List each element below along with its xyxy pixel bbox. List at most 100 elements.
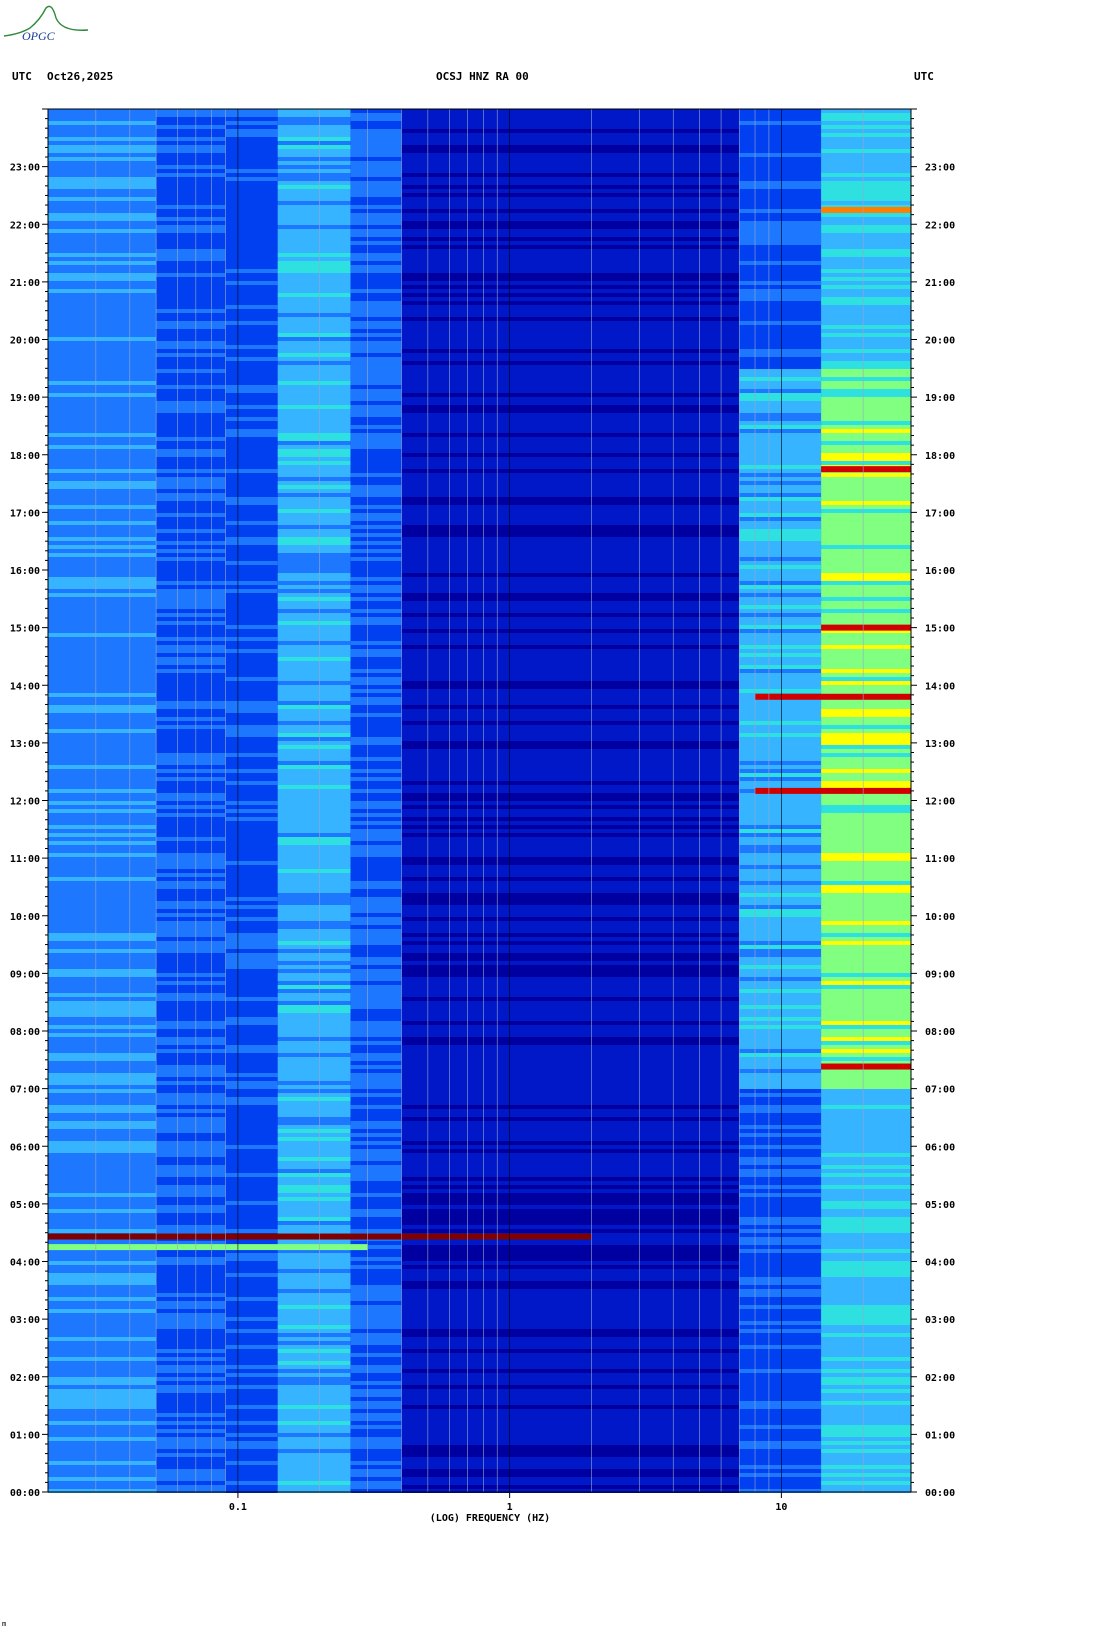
heatmap-cell <box>277 337 351 341</box>
heatmap-cell <box>156 1141 226 1145</box>
heatmap-cell <box>277 437 351 441</box>
heatmap-cell <box>739 997 822 1001</box>
heatmap-cell <box>48 629 157 633</box>
heatmap-cell <box>277 1153 351 1157</box>
heatmap-cell <box>821 829 911 833</box>
heatmap-cell <box>350 221 402 225</box>
heatmap-cell <box>156 1425 226 1429</box>
heatmap-cell <box>739 313 822 317</box>
heatmap-cell <box>156 1397 226 1401</box>
heatmap-cell <box>350 1153 402 1157</box>
heatmap-cell <box>225 1181 278 1185</box>
heatmap-cell <box>821 641 911 645</box>
heatmap-cell <box>350 305 402 309</box>
heatmap-cell <box>739 285 822 289</box>
heatmap-cell <box>350 225 402 229</box>
heatmap-cell <box>739 341 822 345</box>
heatmap-cell <box>350 1057 402 1061</box>
y-tick-label-right: 20:00 <box>925 336 955 347</box>
heatmap-cell <box>401 761 740 765</box>
heatmap-cell <box>156 817 226 821</box>
heatmap-cell <box>739 1153 822 1157</box>
heatmap-cell <box>401 777 740 781</box>
heatmap-cell <box>401 145 740 149</box>
heatmap-cell <box>277 1061 351 1065</box>
heatmap-cell <box>739 113 822 117</box>
heatmap-cell <box>821 581 911 585</box>
heatmap-cell <box>821 321 911 325</box>
heatmap-cell <box>401 1005 740 1009</box>
heatmap-cell <box>350 917 402 921</box>
heatmap-cell <box>739 805 822 809</box>
heatmap-cell <box>401 233 740 237</box>
heatmap-cell <box>277 325 351 329</box>
heatmap-cell <box>739 945 822 949</box>
heatmap-cell <box>48 1093 157 1097</box>
heatmap-cell <box>156 1165 226 1169</box>
heatmap-cell <box>225 1193 278 1197</box>
heatmap-cell <box>48 509 157 513</box>
heatmap-cell <box>350 957 402 961</box>
heatmap-cell <box>401 629 740 633</box>
heatmap-cell <box>350 449 402 453</box>
heatmap-cell <box>48 709 157 713</box>
heatmap-cell <box>739 517 822 521</box>
heatmap-cell <box>350 257 402 261</box>
y-tick-label-right: 21:00 <box>925 278 955 289</box>
heatmap-cell <box>821 1361 911 1365</box>
heatmap-cell <box>739 1101 822 1105</box>
heatmap-cell <box>225 1141 278 1145</box>
heatmap-cell <box>48 1353 157 1357</box>
heatmap-cell <box>277 1201 351 1205</box>
heatmap-cell <box>739 713 822 717</box>
heatmap-cell <box>48 849 157 853</box>
heatmap-cell <box>156 601 226 605</box>
heatmap-cell <box>225 913 278 917</box>
heatmap-cell <box>821 645 911 649</box>
heatmap-cell <box>401 1069 740 1073</box>
heatmap-cell <box>350 113 402 117</box>
heatmap-cell <box>401 273 740 277</box>
heatmap-cell <box>225 449 278 453</box>
heatmap-cell <box>225 1485 278 1489</box>
heatmap-cell <box>48 1365 157 1369</box>
heatmap-cell <box>350 541 402 545</box>
heatmap-cell <box>821 333 911 337</box>
heatmap-cell <box>48 757 157 761</box>
heatmap-cell <box>350 773 402 777</box>
heatmap-cell <box>739 177 822 181</box>
heatmap-cell <box>401 473 740 477</box>
heatmap-cell <box>156 405 226 409</box>
heatmap-cell <box>48 1393 157 1397</box>
heatmap-cell <box>48 665 157 669</box>
heatmap-cell <box>48 369 157 373</box>
heatmap-cell <box>739 949 822 953</box>
heatmap-cell <box>156 833 226 837</box>
heatmap-cell <box>350 881 402 885</box>
heatmap-cell <box>350 265 402 269</box>
heatmap-cell <box>739 1141 822 1145</box>
heatmap-cell <box>739 769 822 773</box>
heatmap-cell <box>225 1189 278 1193</box>
heatmap-cell <box>225 681 278 685</box>
heatmap-cell <box>48 301 157 305</box>
heatmap-cell <box>225 1017 278 1021</box>
heatmap-cell <box>821 1393 911 1397</box>
heatmap-cell <box>277 1001 351 1005</box>
heatmap-cell <box>401 121 740 125</box>
heatmap-cell <box>48 1185 157 1189</box>
heatmap-cell <box>739 1313 822 1317</box>
heatmap-cell <box>156 1053 226 1057</box>
heatmap-cell <box>225 313 278 317</box>
heatmap-cell <box>739 1073 822 1077</box>
heatmap-cell <box>277 717 351 721</box>
x-tick-label: 10 <box>775 1502 787 1513</box>
heatmap-cell <box>156 721 226 725</box>
heatmap-cell <box>401 657 740 661</box>
heatmap-cell <box>48 569 157 573</box>
heatmap-cell <box>277 1485 351 1489</box>
heatmap-cell <box>821 865 911 869</box>
heatmap-cell <box>277 1193 351 1197</box>
heatmap-cell <box>156 1361 226 1365</box>
heatmap-cell <box>401 793 740 797</box>
